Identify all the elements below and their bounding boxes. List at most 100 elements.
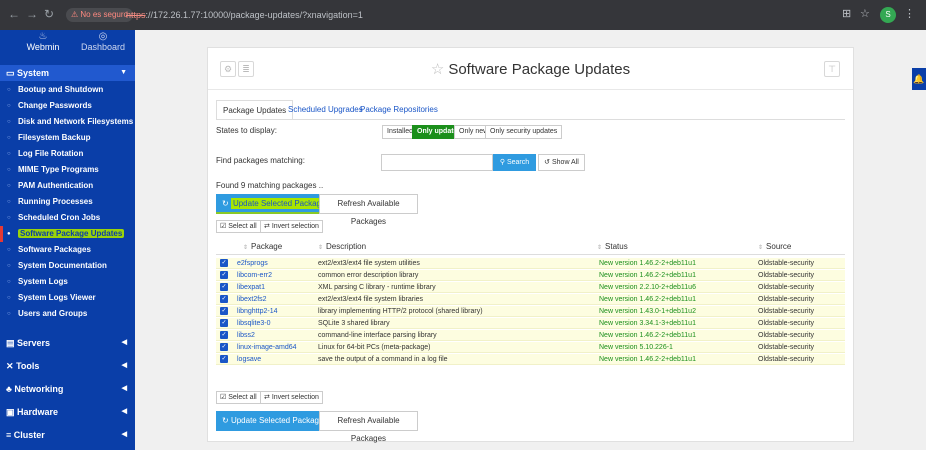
reload-icon[interactable]: ↻ <box>44 7 54 21</box>
show-all-button[interactable]: ↺ Show All <box>538 154 585 171</box>
table-row: ✓ libnghttp2-14 library implementing HTTP/… <box>216 306 845 317</box>
browser-menu-icon[interactable]: ⋮ <box>904 7 915 20</box>
category-label: Servers <box>17 338 51 348</box>
notification-bell-icon[interactable]: 🔔 <box>912 68 926 90</box>
invert-label: Invert selection <box>271 394 319 401</box>
found-text: Found 9 matching packages .. <box>216 181 324 190</box>
profile-avatar[interactable]: S <box>880 7 896 23</box>
circle-icon: ○ <box>7 119 11 125</box>
table-row: ✓ libcom-err2 common error description lib… <box>216 270 845 281</box>
sidebar-item-logs-viewer[interactable]: ○ System Logs Viewer <box>0 290 135 306</box>
package-description: Linux for 64-bit PCs (meta-package) <box>318 344 431 351</box>
package-description: library implementing HTTP/2 protocol (sh… <box>318 308 483 315</box>
search-button[interactable]: ⚲ Search <box>493 154 536 171</box>
hardware-icon: ▣ <box>6 407 15 417</box>
circle-icon: ○ <box>7 199 11 205</box>
sidebar-item-label: Disk and Network Filesystems <box>18 117 134 126</box>
invert-selection-button-top[interactable]: ⇄ Invert selection <box>260 220 323 233</box>
tab-package-repositories[interactable]: Package Repositories <box>360 100 438 120</box>
star-icon[interactable]: ☆ <box>431 61 444 78</box>
package-link[interactable]: libexpat1 <box>237 282 265 293</box>
webmin-link[interactable]: ♨ Webmin <box>18 32 68 53</box>
package-link[interactable]: libsqlite3-0 <box>237 318 270 329</box>
sort-icon: ⇕ <box>758 245 764 251</box>
translate-icon[interactable]: ⊞ <box>842 7 851 20</box>
sidebar-item-users-groups[interactable]: ○ Users and Groups <box>0 306 135 322</box>
sidebar-item-software-packages[interactable]: ○ Software Packages <box>0 242 135 258</box>
check-square-icon: ☑ <box>220 223 227 230</box>
package-status: New version 1.46.2-2+deb11u1 <box>599 296 696 303</box>
filter-icon[interactable]: ⊤ <box>824 61 840 77</box>
sidebar-item-filesystem-backup[interactable]: ○ Filesystem Backup <box>0 130 135 146</box>
package-status: New version 2.2.10-2+deb11u6 <box>599 284 696 291</box>
sidebar-category-servers[interactable]: ▤ Servers ◀ <box>0 333 135 353</box>
sidebar-item-package-updates[interactable]: ● Software Package Updates <box>0 226 135 242</box>
row-checkbox[interactable]: ✓ <box>220 331 228 339</box>
sidebar-item-system-docs[interactable]: ○ System Documentation <box>0 258 135 274</box>
caret-left-icon: ◀ <box>121 339 127 346</box>
update-selected-button-bottom[interactable]: ↻ Update Selected Packages <box>216 411 327 431</box>
caret-left-icon: ◀ <box>121 431 127 438</box>
sidebar-item-running-processes[interactable]: ○ Running Processes <box>0 194 135 210</box>
package-link[interactable]: libnghttp2-14 <box>237 306 277 317</box>
package-link[interactable]: libcom-err2 <box>237 270 272 281</box>
circle-icon: ○ <box>7 183 11 189</box>
refresh-packages-button-top[interactable]: Refresh Available Packages <box>319 194 418 226</box>
address-bar[interactable]: https://172.26.1.77:10000/package-update… <box>126 8 363 22</box>
bullet-icon: ● <box>7 231 11 237</box>
search-input[interactable] <box>381 154 493 171</box>
row-checkbox[interactable]: ✓ <box>220 355 228 363</box>
column-header-status[interactable]: ⇕ Status <box>597 239 628 254</box>
row-checkbox[interactable]: ✓ <box>220 307 228 315</box>
sidebar-item-label: Bootup and Shutdown <box>18 85 104 94</box>
sidebar-category-tools[interactable]: ✕ Tools ◀ <box>0 356 135 376</box>
back-icon[interactable]: ← <box>8 7 20 21</box>
invert-selection-button-bottom[interactable]: ⇄ Invert selection <box>260 391 323 404</box>
refresh-packages-button-bottom[interactable]: Refresh Available Packages <box>319 411 418 443</box>
dashboard-link[interactable]: ◎ Dashboard <box>78 32 128 53</box>
sidebar-item-cron-jobs[interactable]: ○ Scheduled Cron Jobs <box>0 210 135 226</box>
package-link[interactable]: logsave <box>237 354 261 365</box>
select-all-button-top[interactable]: ☑ Select all <box>216 220 261 233</box>
circle-icon: ○ <box>7 247 11 253</box>
sidebar-item-change-passwords[interactable]: ○ Change Passwords <box>0 98 135 114</box>
select-all-button-bottom[interactable]: ☑ Select all <box>216 391 261 404</box>
row-checkbox[interactable]: ✓ <box>220 295 228 303</box>
column-header-description[interactable]: ⇕ Description <box>318 239 366 254</box>
row-checkbox[interactable]: ✓ <box>220 259 228 267</box>
sidebar-item-label: Software Package Updates <box>18 229 125 238</box>
sidebar-item-mime-types[interactable]: ○ MIME Type Programs <box>0 162 135 178</box>
category-label: Hardware <box>17 407 59 417</box>
column-header-source[interactable]: ⇕ Source <box>758 239 791 254</box>
row-checkbox[interactable]: ✓ <box>220 319 228 327</box>
header-label: Package <box>251 242 283 251</box>
sidebar-category-cluster[interactable]: ≡ Cluster ◀ <box>0 425 135 445</box>
insecure-badge[interactable]: ⚠ No es seguro <box>66 8 133 22</box>
row-checkbox[interactable]: ✓ <box>220 343 228 351</box>
package-link[interactable]: libss2 <box>237 330 255 341</box>
update-selected-button-top[interactable]: ↻ Update Selected Packages <box>216 194 332 214</box>
forward-icon[interactable]: → <box>26 7 38 21</box>
tab-scheduled-upgrades[interactable]: Scheduled Upgrades <box>288 100 363 120</box>
sidebar-category-hardware[interactable]: ▣ Hardware ◀ <box>0 402 135 422</box>
sidebar-item-disk-filesystems[interactable]: ○ Disk and Network Filesystems <box>0 114 135 130</box>
package-link[interactable]: libext2fs2 <box>237 294 267 305</box>
package-source: Oldstable-security <box>758 308 815 315</box>
sidebar-category-networking[interactable]: ♣ Networking ◀ <box>0 379 135 399</box>
package-status: New version 5.10.226-1 <box>599 344 673 351</box>
sidebar-item-system-logs[interactable]: ○ System Logs <box>0 274 135 290</box>
state-only-security[interactable]: Only security updates <box>485 125 563 139</box>
package-source: Oldstable-security <box>758 284 815 291</box>
sidebar-item-bootup[interactable]: ○ Bootup and Shutdown <box>0 82 135 98</box>
sidebar-category-system[interactable]: ▭ System ▼ <box>0 65 135 81</box>
row-checkbox[interactable]: ✓ <box>220 283 228 291</box>
bookmark-star-icon[interactable]: ☆ <box>860 7 870 20</box>
package-link[interactable]: linux-image-amd64 <box>237 342 297 353</box>
sidebar-item-pam[interactable]: ○ PAM Authentication <box>0 178 135 194</box>
package-link[interactable]: e2fsprogs <box>237 258 268 269</box>
column-header-package[interactable]: ⇕ Package <box>243 239 282 254</box>
row-checkbox[interactable]: ✓ <box>220 271 228 279</box>
sidebar-item-log-rotation[interactable]: ○ Log File Rotation <box>0 146 135 162</box>
tab-package-updates[interactable]: Package Updates <box>216 100 294 120</box>
circle-icon: ○ <box>7 167 11 173</box>
